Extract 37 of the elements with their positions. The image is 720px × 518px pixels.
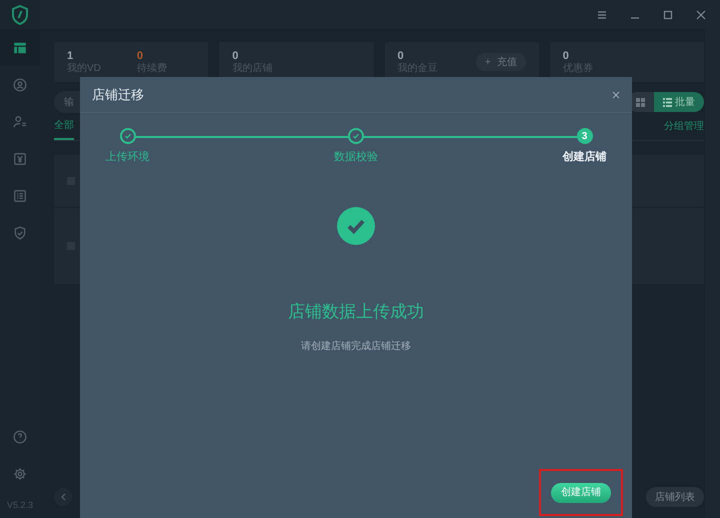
success-icon [337,207,375,245]
grid-icon [636,98,645,106]
group-manage-link[interactable]: 分组管理 [664,119,704,140]
stat-value: 0 [398,50,405,62]
result-title: 店铺数据上传成功 [288,301,424,323]
settings-icon [13,466,27,480]
sidebar-item[interactable] [0,29,40,66]
stat-value: 0 [136,50,144,62]
menu-icon[interactable] [597,10,607,20]
dialog-title: 店铺迁移 [92,86,144,104]
stat-value: 0 [232,50,240,62]
shield-logo-icon [11,4,29,24]
step-label: 数据校验 [334,150,378,165]
close-icon[interactable] [612,90,620,98]
list-icon [663,98,672,106]
stat-value: 1 [67,50,74,62]
chevron-left-icon [60,493,66,501]
stat-value: 0 [562,50,570,62]
collapse-button[interactable] [54,488,72,506]
users-icon [13,114,27,128]
store-list-button[interactable]: 店铺列表 [646,487,704,507]
user-icon [13,78,27,92]
yen-icon [13,152,27,166]
help-icon [13,430,27,444]
step-label: 创建店铺 [562,150,606,165]
maximize-icon[interactable] [663,10,673,20]
dashboard-icon [13,40,27,54]
result-message: 请创建店铺完成店铺迁移 [301,340,411,354]
create-store-button[interactable]: 创建店铺 [551,482,611,502]
step-number: 3 [576,128,592,144]
close-icon[interactable] [696,10,706,20]
list-icon [13,188,27,202]
step-label: 上传环境 [106,150,150,165]
recharge-button[interactable]: + 充值 [476,53,526,71]
tab[interactable]: 全部 [54,118,74,140]
shield-icon [13,226,27,240]
batch-button[interactable]: 批量 [654,92,704,112]
